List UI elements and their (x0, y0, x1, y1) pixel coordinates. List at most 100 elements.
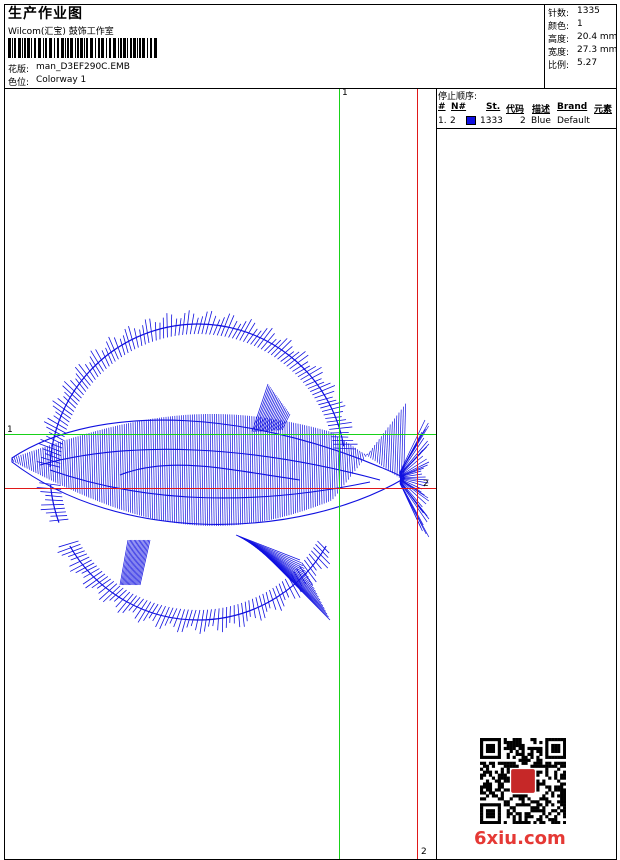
qr-module (560, 776, 564, 780)
qr-module (480, 785, 484, 789)
qr-module (482, 821, 487, 824)
qr-module (521, 752, 525, 756)
qr-module (506, 743, 510, 748)
stitch (172, 416, 175, 523)
qr-module (488, 812, 493, 816)
qr-module (548, 761, 552, 765)
stitch (186, 310, 190, 335)
qr-module (509, 740, 513, 745)
qr-module (503, 788, 507, 792)
qr-module (497, 821, 501, 824)
stitch (399, 483, 430, 538)
stitch (329, 426, 353, 430)
stitch (209, 413, 213, 526)
qr-module (497, 738, 501, 742)
qr-module (497, 818, 501, 822)
qr-module (491, 803, 496, 807)
qr-module (536, 818, 540, 822)
qr-module (480, 761, 484, 765)
qr-module (530, 738, 534, 742)
qr-module (542, 764, 546, 768)
qr-module (518, 821, 522, 824)
qr-module (512, 806, 516, 810)
qr-module (539, 764, 543, 768)
qr-module (509, 746, 513, 751)
qr-module (521, 800, 525, 804)
stitch (190, 609, 197, 627)
qr-module (539, 815, 543, 819)
stitch (251, 416, 255, 523)
qr-module (491, 761, 496, 765)
qr-module (482, 782, 487, 786)
qr-module (497, 788, 501, 792)
qr-module (491, 764, 496, 768)
stitch (306, 425, 310, 510)
qr-module (506, 776, 510, 780)
stitch (75, 436, 79, 493)
stitch (368, 450, 371, 457)
qr-module (563, 791, 566, 795)
qr-module (482, 791, 487, 795)
qr-module (563, 761, 566, 765)
qr-module (500, 797, 504, 801)
stitch (381, 433, 384, 466)
stitch (383, 430, 387, 468)
qr-module (521, 743, 525, 748)
stitch (194, 414, 197, 526)
stitch (95, 431, 98, 502)
qr-module (527, 797, 531, 801)
qr-module (482, 770, 487, 774)
qr-module (512, 746, 516, 751)
qr-module (506, 812, 510, 816)
stitch (205, 414, 208, 526)
qr-module (539, 746, 543, 751)
qr-module (480, 806, 484, 810)
qr-module (491, 749, 496, 754)
guide-red-vertical-label: 2 (421, 847, 427, 857)
qr-center-seal (511, 769, 535, 793)
qr-module (524, 794, 528, 798)
qr-module (530, 746, 534, 751)
stitch (302, 371, 323, 383)
qr-module (563, 746, 566, 751)
qr-module (536, 779, 540, 783)
stitch (346, 442, 349, 480)
qr-module (488, 738, 493, 742)
guide-red-vertical (417, 89, 418, 859)
qr-module (557, 779, 561, 783)
qr-module (497, 752, 501, 756)
qr-module (488, 821, 493, 824)
stitch (317, 428, 321, 506)
qr-module (518, 752, 522, 756)
qr-module (482, 755, 487, 759)
qr-module (557, 743, 561, 748)
stitch (95, 349, 107, 369)
qr-module (500, 773, 504, 777)
stitch (220, 414, 224, 526)
guide-green-horizontal (5, 434, 436, 435)
qr-module (485, 803, 490, 807)
qr-module (482, 797, 487, 801)
qr-module (536, 770, 540, 774)
qr-module (560, 761, 564, 765)
qr-module (527, 812, 531, 816)
qr-module (515, 764, 519, 768)
stitch (242, 415, 246, 525)
stitch (60, 441, 63, 486)
qr-module (497, 749, 501, 754)
qr-module (500, 770, 504, 774)
qr-module (503, 773, 507, 777)
qr-module (554, 755, 558, 759)
stitch (394, 415, 398, 475)
qr-module (485, 755, 490, 759)
qr-module (506, 764, 510, 768)
qr-module (560, 738, 564, 742)
qr-module (545, 761, 549, 765)
stitch (42, 447, 46, 478)
qr-module (509, 743, 513, 748)
qr-module (503, 740, 507, 745)
qr-module (518, 812, 522, 816)
stitch (139, 329, 143, 346)
stitch (295, 423, 299, 513)
qr-module (554, 815, 558, 819)
